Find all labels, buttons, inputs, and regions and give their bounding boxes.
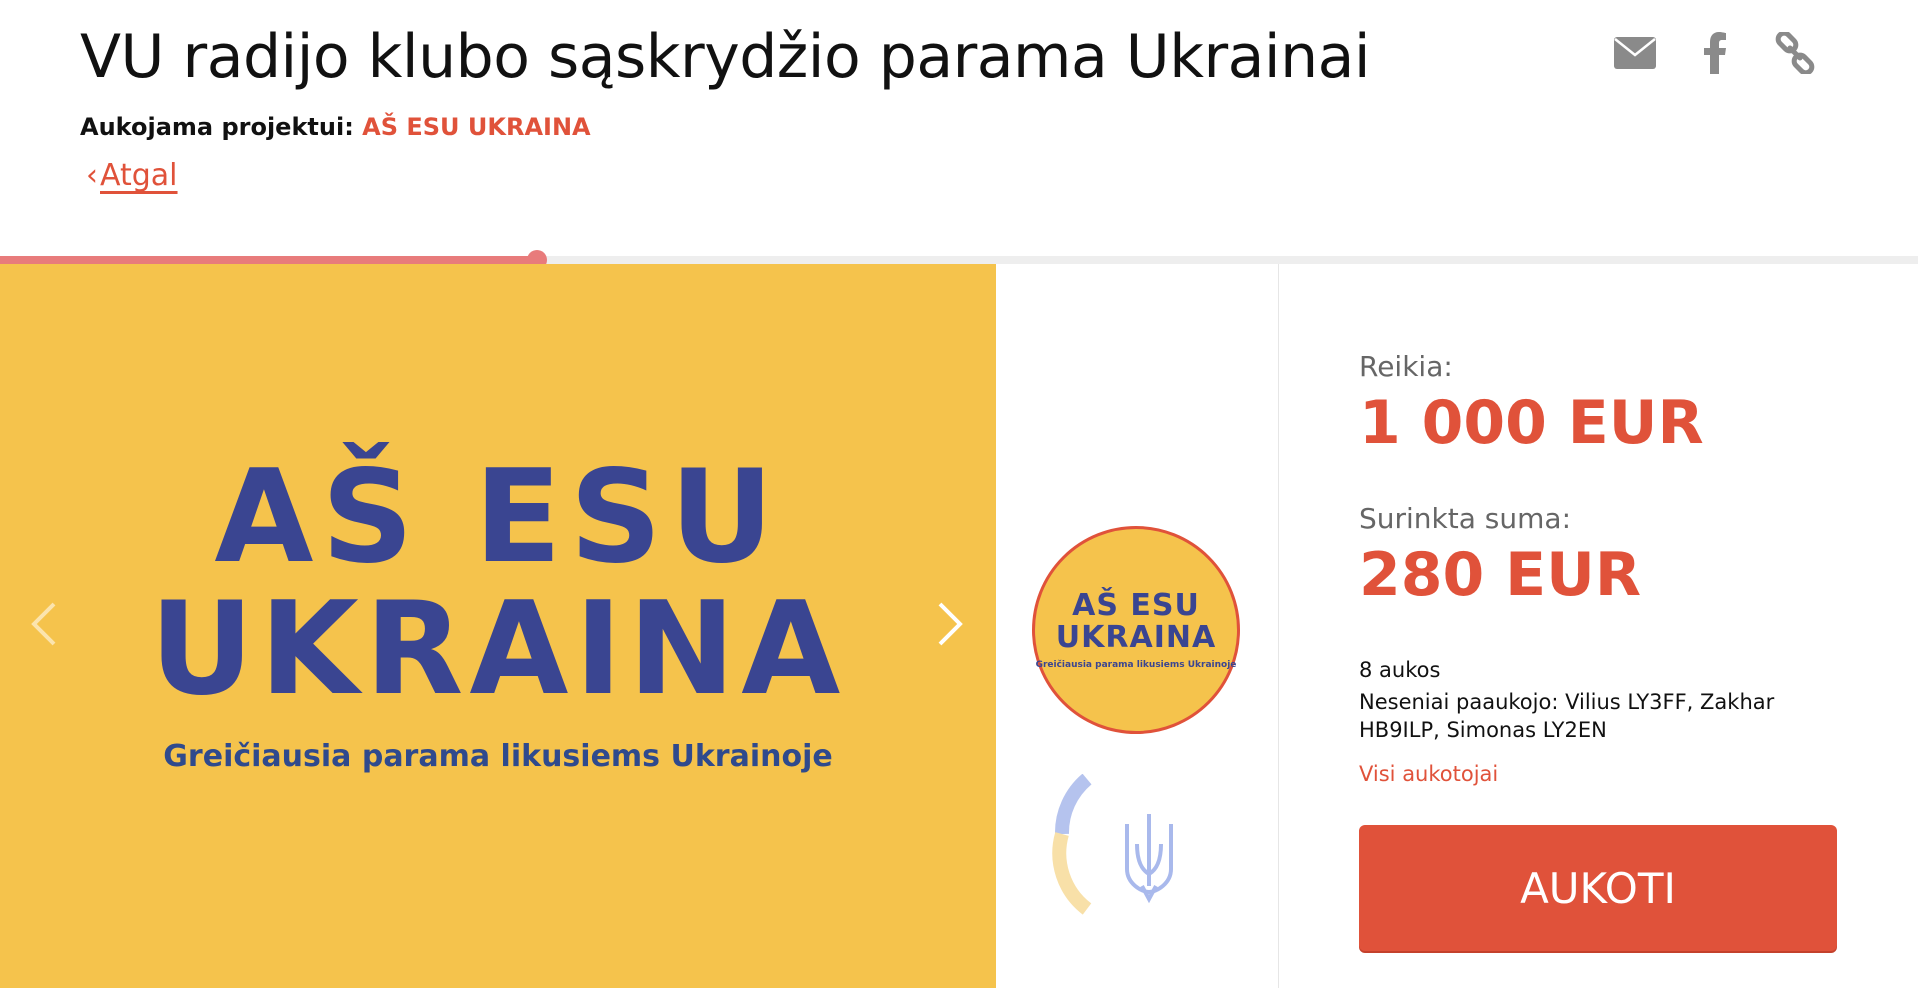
project-line: Aukojama projektui: AŠ ESU UKRAINA (80, 113, 591, 141)
envelope-icon[interactable] (1612, 30, 1658, 76)
thumbnail-subtitle: Greičiausia parama likusiems Ukrainoje (1035, 659, 1237, 670)
back-label: Atgal (100, 158, 178, 193)
donations-count: 8 aukos (1359, 658, 1441, 682)
project-prefix: Aukojama projektui: (80, 113, 354, 141)
slider-next-button[interactable] (926, 594, 976, 654)
facebook-icon[interactable] (1692, 30, 1738, 76)
thumbnail-title-line2: UKRAINA (1055, 619, 1217, 655)
raised-amount: 280 EUR (1359, 540, 1642, 610)
share-bar (1612, 30, 1818, 76)
hero-title-line1: AŠ ESU (214, 443, 782, 592)
trident-logo-icon (1052, 773, 1173, 915)
hero-title-line2: UKRAINA (149, 575, 847, 724)
back-link[interactable]: ‹Atgal (86, 158, 178, 193)
all-donors-link[interactable]: Visi aukotojai (1359, 762, 1498, 786)
donate-button[interactable]: AUKOTI (1359, 825, 1837, 951)
thumbnail-title-line1: AŠ ESU (1072, 587, 1200, 623)
raised-label: Surinkta suma: (1359, 502, 1572, 535)
thumbnail-1[interactable]: AŠ ESU UKRAINA Greičiausia parama likusi… (1032, 526, 1240, 734)
page-title: VU radijo klubo sąskrydžio parama Ukrain… (80, 22, 1371, 92)
hero-slider: AŠ ESU UKRAINA Greičiausia parama likusi… (0, 264, 996, 988)
project-link[interactable]: AŠ ESU UKRAINA (362, 113, 590, 141)
chevron-left-icon (31, 602, 56, 646)
hero-artwork: AŠ ESU UKRAINA Greičiausia parama likusi… (0, 454, 996, 772)
progress-fill (0, 256, 537, 264)
hero-subtitle: Greičiausia parama likusiems Ukrainoje (163, 739, 833, 774)
need-amount: 1 000 EUR (1359, 388, 1704, 458)
need-label: Reikia: (1359, 350, 1453, 383)
slider-prev-button[interactable] (18, 594, 68, 654)
thumbnail-2[interactable] (1042, 773, 1192, 924)
progress-bar (0, 250, 1918, 270)
chevron-right-icon (938, 602, 963, 646)
recent-donors: Neseniai paaukojo: Vilius LY3FF, Zakhar … (1359, 690, 1775, 742)
thumbnail-column: AŠ ESU UKRAINA Greičiausia parama likusi… (996, 264, 1278, 988)
chevron-left-icon: ‹ (86, 158, 98, 193)
column-divider (1278, 264, 1279, 988)
link-icon[interactable] (1772, 30, 1818, 76)
